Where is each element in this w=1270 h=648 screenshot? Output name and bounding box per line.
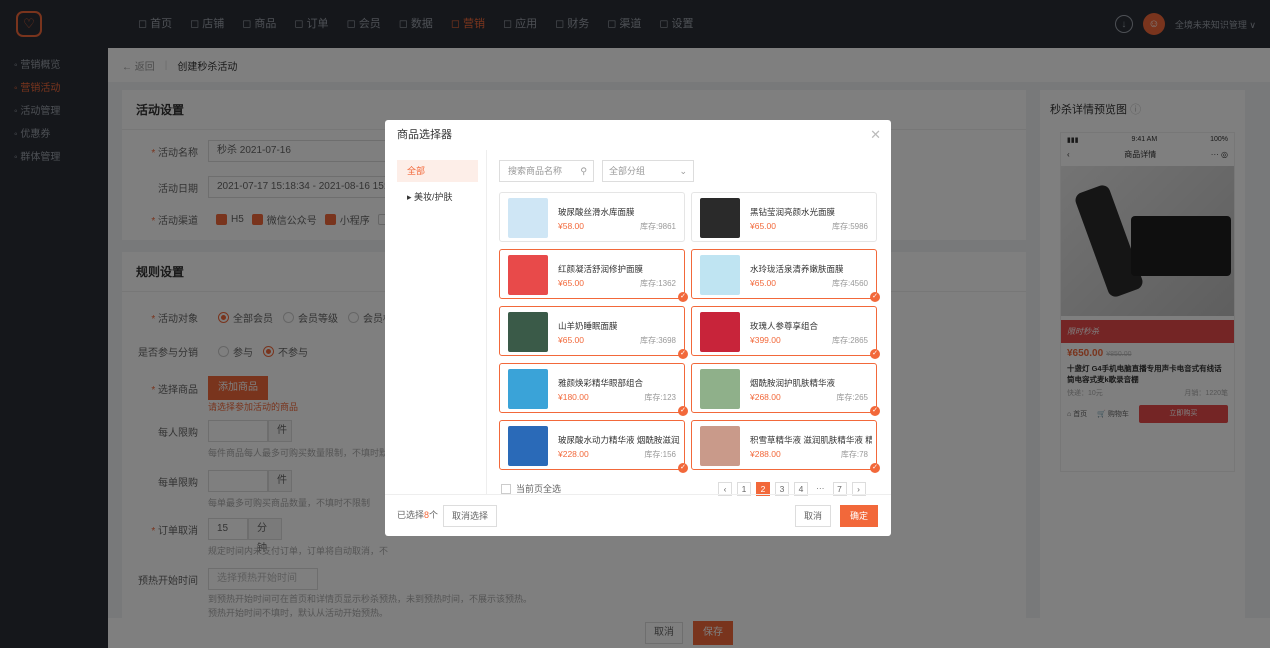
goods-name: 水玲珑活泉清养嫩肤面膜 (750, 264, 844, 274)
goods-price: ¥65.00 (558, 335, 584, 345)
modal-ok-button[interactable]: 确定 (840, 505, 879, 527)
goods-image (700, 255, 740, 295)
category-beauty-label: 美妆/护肤 (414, 192, 453, 202)
goods-search-input[interactable]: 搜索商品名称 ⚲ (499, 160, 594, 182)
group-select[interactable]: 全部分组 ⌄ (602, 160, 694, 182)
goods-name: 玻尿酸丝滑水库面膜 (558, 207, 635, 217)
goods-price: ¥399.00 (750, 335, 781, 345)
goods-stock: 库存:2865 (831, 336, 868, 345)
goods-card[interactable]: 水玲珑活泉清养嫩肤面膜 ¥65.00 库存:4560 ✓ (691, 249, 880, 302)
check-icon: ✓ (678, 463, 688, 473)
goods-stock: 库存:5986 (831, 222, 868, 231)
goods-name: 雅颜焕彩精华眼部组合 (558, 378, 644, 388)
check-icon: ✓ (678, 292, 688, 302)
select-all-checkbox[interactable] (501, 483, 511, 494)
goods-stock: 库存:78 (840, 450, 868, 459)
close-icon[interactable]: ✕ (870, 127, 881, 143)
goods-card[interactable]: 山羊奶睡眠面膜 ¥65.00 库存:3698 ✓ (499, 306, 688, 359)
search-icon[interactable]: ⚲ (580, 161, 587, 181)
modal-cancel-button[interactable]: 取消 (795, 505, 832, 527)
goods-price: ¥65.00 (558, 278, 584, 288)
goods-name: 山羊奶睡眠面膜 (558, 321, 618, 331)
goods-card[interactable]: 玻尿酸丝滑水库面膜 ¥58.00 库存:9861 (499, 192, 685, 242)
goods-image (508, 369, 548, 409)
goods-stock: 库存:4560 (831, 279, 868, 288)
group-placeholder: 全部分组 (609, 166, 646, 176)
goods-card[interactable]: 玫瑰人参尊享组合 ¥399.00 库存:2865 ✓ (691, 306, 880, 359)
goods-price: ¥65.00 (750, 278, 776, 288)
goods-image (508, 198, 548, 238)
check-icon: ✓ (870, 463, 880, 473)
goods-image (508, 255, 548, 295)
goods-card[interactable]: 烟酰胺润护肌肤精华液 ¥268.00 库存:265 ✓ (691, 363, 880, 416)
goods-stock: 库存:1362 (639, 279, 676, 288)
search-placeholder: 搜索商品名称 (508, 166, 563, 176)
goods-price: ¥268.00 (750, 392, 781, 402)
selected-prefix: 已选择 (397, 510, 425, 520)
goods-image (700, 198, 740, 238)
goods-name: 烟酰胺润护肌肤精华液 (750, 378, 836, 388)
goods-price: ¥58.00 (558, 221, 584, 231)
category-beauty[interactable]: ▸ 美妆/护肤 (397, 186, 478, 208)
goods-image (700, 312, 740, 352)
goods-name: 积雪草精华液 滋润肌肤精华液 精华 (750, 435, 872, 445)
goods-stock: 库存:9861 (639, 222, 676, 231)
goods-image (700, 369, 740, 409)
goods-price: ¥180.00 (558, 392, 589, 402)
goods-card[interactable]: 红颜凝活舒润修护面膜 ¥65.00 库存:1362 ✓ (499, 249, 688, 302)
goods-stock: 库存:3698 (639, 336, 676, 345)
category-list: 全部 ▸ 美妆/护肤 (385, 150, 487, 494)
goods-name: 黑钻莹润亮颜水光面膜 (750, 207, 836, 217)
goods-stock: 库存:156 (644, 450, 676, 459)
selected-suffix: 个 (429, 510, 439, 520)
check-icon: ✓ (678, 349, 688, 359)
check-icon: ✓ (870, 406, 880, 416)
goods-name: 玫瑰人参尊享组合 (750, 321, 819, 331)
chevron-down-icon: ⌄ (679, 166, 687, 176)
goods-name: 红颜凝活舒润修护面膜 (558, 264, 644, 274)
goods-name: 玻尿酸水动力精华液 烟酰胺滋润肌 (558, 435, 680, 445)
goods-image (508, 312, 548, 352)
goods-stock: 库存:123 (644, 393, 676, 402)
goods-price: ¥228.00 (558, 449, 589, 459)
goods-card[interactable]: 玻尿酸水动力精华液 烟酰胺滋润肌 ¥228.00 库存:156 ✓ (499, 420, 688, 473)
goods-card[interactable]: 雅颜焕彩精华眼部组合 ¥180.00 库存:123 ✓ (499, 363, 688, 416)
selected-count-text: 已选择8个 (397, 508, 438, 521)
goods-price: ¥65.00 (750, 221, 776, 231)
check-icon: ✓ (678, 406, 688, 416)
category-all[interactable]: 全部 (397, 160, 478, 182)
check-icon: ✓ (870, 349, 880, 359)
goods-image (700, 426, 740, 466)
modal-footer: 已选择8个 取消选择 取消 确定 (385, 494, 891, 536)
modal-title: 商品选择器 (397, 129, 452, 141)
check-icon: ✓ (870, 292, 880, 302)
goods-stock: 库存:265 (836, 393, 868, 402)
goods-card[interactable]: 积雪草精华液 滋润肌肤精华液 精华 ¥288.00 库存:78 ✓ (691, 420, 880, 473)
goods-image (508, 426, 548, 466)
goods-card[interactable]: 黑钻莹润亮颜水光面膜 ¥65.00 库存:5986 (691, 192, 877, 242)
goods-panel: 搜索商品名称 ⚲ 全部分组 ⌄ 玻尿酸丝滑水库面膜 ¥58.00 库存:9861 黑钻莹润… (499, 150, 883, 494)
goods-price: ¥288.00 (750, 449, 781, 459)
goods-selector-modal: 商品选择器 ✕ 全部 ▸ 美妆/护肤 搜索商品名称 ⚲ 全部分组 ⌄ 玻尿酸丝滑水库… (385, 120, 891, 536)
clear-selection-button[interactable]: 取消选择 (443, 505, 498, 527)
